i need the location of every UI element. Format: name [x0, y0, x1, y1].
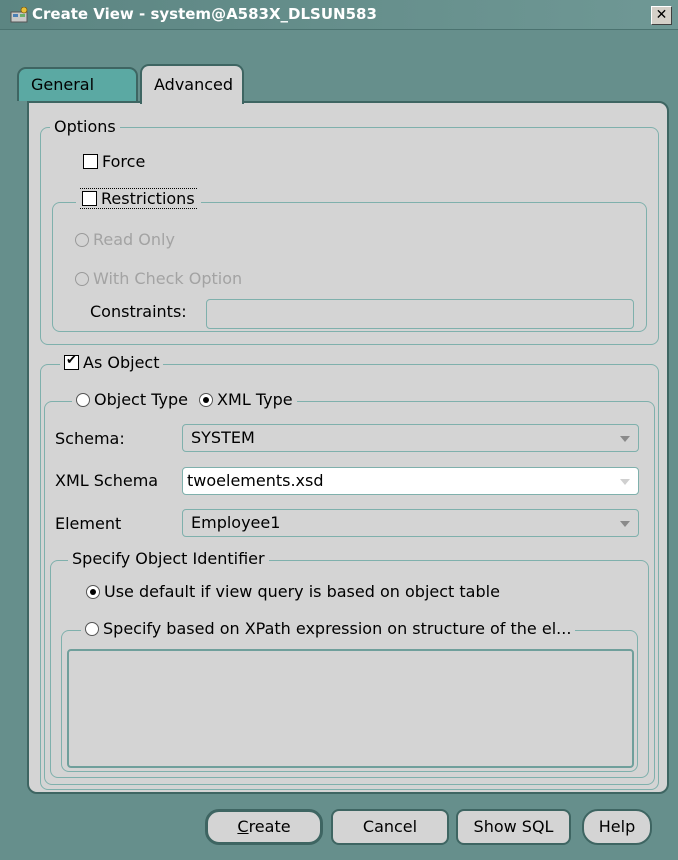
xpath-label: Specify based on XPath expression on str…	[103, 619, 572, 638]
object-identifier-legend: Specify Object Identifier	[68, 549, 269, 568]
with-check-radio-row[interactable]: With Check Option	[75, 269, 242, 288]
close-icon: ✕	[655, 7, 668, 23]
element-dropdown[interactable]: Employee1	[182, 509, 639, 537]
object-type-radio[interactable]	[76, 393, 90, 407]
xml-type-radio[interactable]	[199, 393, 214, 407]
create-button-label: Create	[237, 817, 291, 836]
constraints-label: Constraints:	[90, 302, 187, 321]
with-check-option-label: With Check Option	[93, 269, 243, 288]
create-view-dialog: Create View - system@A583X_DLSUN583 ✕ Ge…	[0, 0, 678, 860]
options-legend: Options	[50, 117, 120, 136]
chevron-down-icon	[620, 479, 630, 485]
restrictions-checkbox-row[interactable]: Restrictions	[76, 188, 201, 209]
use-default-radio[interactable]	[86, 585, 100, 599]
force-label: Force	[102, 152, 146, 171]
advanced-panel: Options Force Restrictions Read Only Wit…	[27, 101, 669, 794]
tab-advanced-label: Advanced	[154, 75, 234, 94]
restrictions-label: Restrictions	[101, 189, 195, 208]
show-sql-button[interactable]: Show SQL	[456, 809, 571, 845]
close-button[interactable]: ✕	[651, 6, 672, 25]
force-checkbox[interactable]	[83, 154, 98, 169]
tab-general[interactable]: General	[17, 67, 138, 101]
app-icon	[10, 7, 28, 23]
as-object-checkbox[interactable]	[64, 353, 79, 370]
xml-schema-value: twoelements.xsd	[187, 471, 324, 490]
help-button[interactable]: Help	[582, 809, 652, 845]
element-label: Element	[55, 514, 122, 533]
schema-label: Schema:	[55, 429, 125, 448]
xpath-radio-row[interactable]: Specify based on XPath expression on str…	[81, 619, 576, 638]
element-value: Employee1	[191, 513, 281, 532]
read-only-label: Read Only	[93, 230, 175, 249]
show-sql-button-label: Show SQL	[473, 817, 554, 836]
schema-value: SYSTEM	[191, 428, 255, 447]
tab-advanced[interactable]: Advanced	[140, 64, 244, 104]
create-button[interactable]: Create	[205, 809, 323, 845]
help-button-label: Help	[598, 817, 636, 836]
tab-general-label: General	[31, 75, 95, 94]
as-object-checkbox-row[interactable]: As Object	[60, 353, 164, 372]
use-default-radio-row[interactable]: Use default if view query is based on ob…	[86, 582, 500, 601]
xml-schema-label: XML Schema	[55, 471, 159, 490]
constraints-input[interactable]	[206, 299, 634, 329]
schema-dropdown[interactable]: SYSTEM	[182, 424, 639, 452]
cancel-button[interactable]: Cancel	[331, 809, 449, 845]
as-object-label: As Object	[83, 353, 160, 372]
with-check-option-radio[interactable]	[75, 272, 89, 286]
xpath-textarea[interactable]	[67, 649, 634, 768]
chevron-down-icon	[620, 436, 630, 442]
xml-schema-dropdown[interactable]: twoelements.xsd	[182, 467, 639, 495]
xpath-radio[interactable]	[85, 622, 99, 636]
title-bar[interactable]: Create View - system@A583X_DLSUN583 ✕	[0, 0, 678, 30]
xml-type-label: XML Type	[217, 390, 293, 409]
restrictions-checkbox[interactable]	[82, 191, 97, 206]
window-title: Create View - system@A583X_DLSUN583	[32, 5, 377, 23]
read-only-radio[interactable]	[75, 233, 89, 247]
cancel-button-label: Cancel	[362, 817, 418, 836]
object-type-label: Object Type	[94, 390, 188, 409]
read-only-radio-row[interactable]: Read Only	[75, 230, 175, 249]
use-default-label: Use default if view query is based on ob…	[104, 582, 500, 601]
object-type-selector: Object Type XML Type	[72, 390, 297, 409]
chevron-down-icon	[620, 521, 630, 527]
force-checkbox-row[interactable]: Force	[83, 152, 145, 171]
